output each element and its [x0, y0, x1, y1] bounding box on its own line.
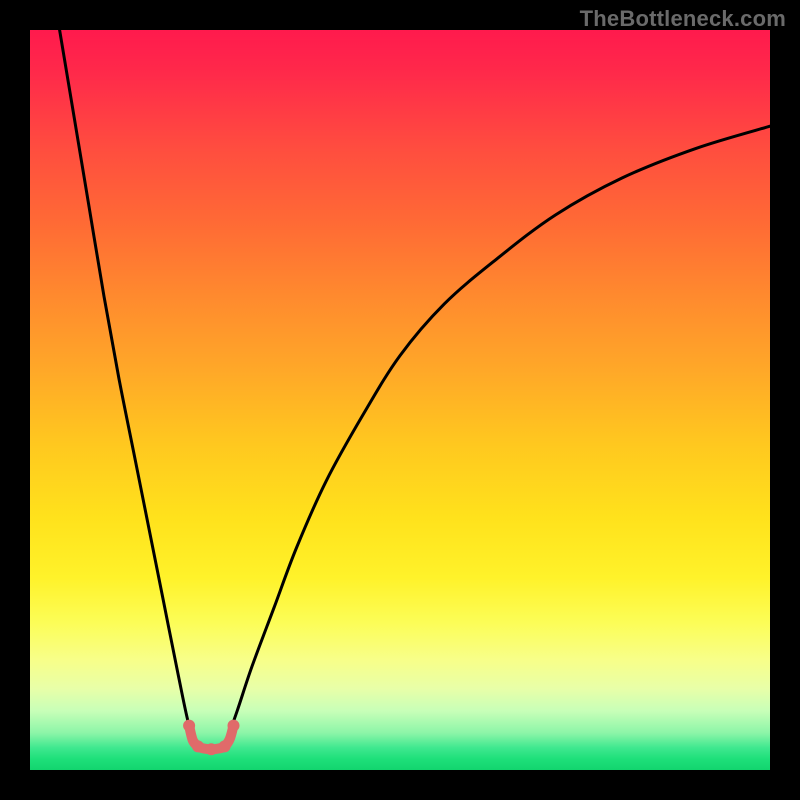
series-left-curve	[60, 30, 198, 746]
chart-svg	[30, 30, 770, 770]
chart-area	[30, 30, 770, 770]
series-layer	[60, 30, 770, 749]
marker-dot	[228, 720, 240, 732]
marker-dot	[205, 743, 217, 755]
marker-dot	[192, 740, 204, 752]
marker-dot	[219, 740, 231, 752]
series-right-curve	[225, 126, 770, 746]
marker-dot	[183, 720, 195, 732]
watermark-text: TheBottleneck.com	[580, 6, 786, 32]
